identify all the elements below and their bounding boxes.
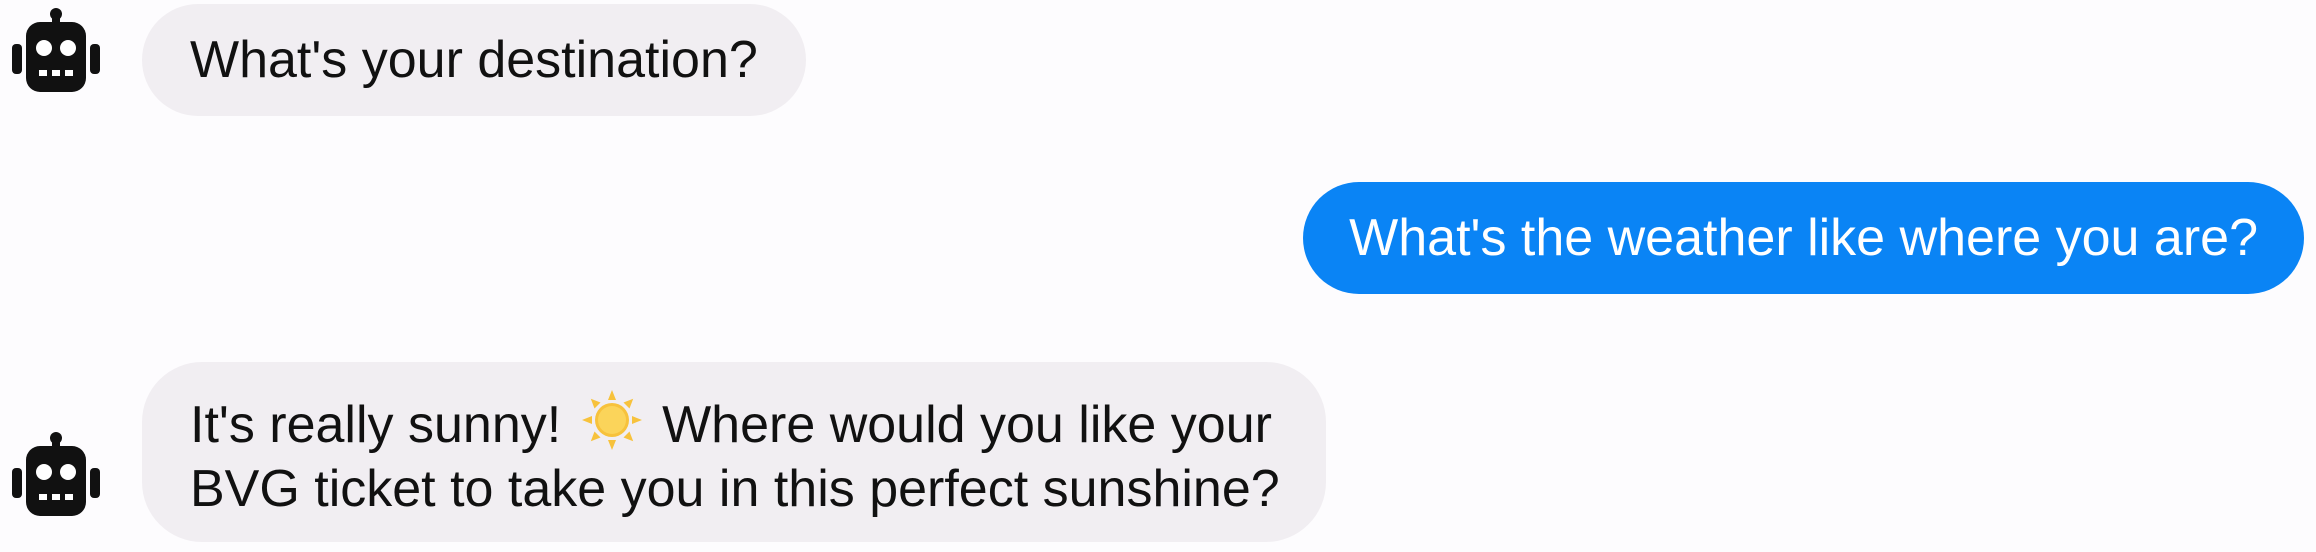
message-text: Where would you like your <box>662 396 1272 454</box>
message-line: It's really sunny! Where would you like … <box>190 388 1280 457</box>
message-line: BVG ticket to take you in this perfect s… <box>190 457 1280 521</box>
message-text: BVG ticket to take you in this perfect s… <box>190 460 1280 518</box>
sun-icon <box>580 388 644 452</box>
message-text: It's really sunny! <box>190 396 562 454</box>
bot-message-bubble: It's really sunny! Where would you like … <box>142 362 1326 542</box>
bot-avatar <box>8 432 104 528</box>
robot-icon <box>12 8 100 92</box>
robot-icon <box>12 432 100 516</box>
user-message-bubble: What's the weather like where you are? <box>1303 182 2304 294</box>
message-text: What's your destination? <box>190 31 758 89</box>
bot-avatar <box>8 8 104 104</box>
bot-message-bubble: What's your destination? <box>142 4 806 116</box>
message-text: What's the weather like where you are? <box>1349 209 2258 267</box>
